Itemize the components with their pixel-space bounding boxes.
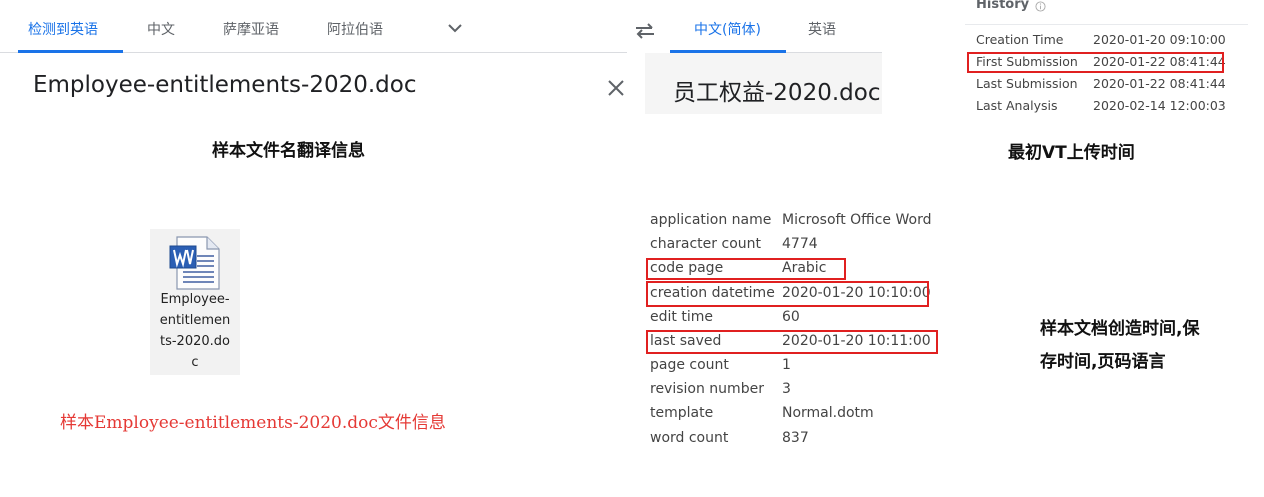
history-label: Creation Time xyxy=(976,32,1064,47)
property-label: revision number xyxy=(650,381,764,397)
history-title: History xyxy=(976,0,1030,12)
tab-detected-english[interactable]: 检测到英语 xyxy=(28,0,98,52)
property-value: Normal.dotm xyxy=(782,405,874,421)
first-vt-upload-caption: 最初VT上传时间 xyxy=(1008,143,1135,163)
property-value: 4774 xyxy=(782,236,818,252)
word-document-icon xyxy=(169,236,220,290)
creation-datetime-highlight xyxy=(646,281,929,307)
source-text[interactable]: Employee-entitlements-2020.doc xyxy=(33,72,417,98)
property-label: edit time xyxy=(650,309,713,325)
translated-text: 员工权益-2020.doc xyxy=(673,80,881,106)
translation-output: 员工权益-2020.doc xyxy=(645,53,882,114)
doc-meta-caption-line1: 样本文档创造时间,保 xyxy=(1040,319,1200,339)
tab-english[interactable]: 英语 xyxy=(808,0,836,52)
doc-meta-caption-line2: 存时间,页码语言 xyxy=(1040,352,1166,372)
tab-arabic[interactable]: 阿拉伯语 xyxy=(327,0,383,52)
tab-chinese[interactable]: 中文 xyxy=(147,0,175,52)
property-value: 1 xyxy=(782,357,791,373)
property-value: 60 xyxy=(782,309,800,325)
history-label: Last Analysis xyxy=(976,98,1058,113)
file-name-line: entitlemen xyxy=(159,313,231,328)
property-value: Microsoft Office Word xyxy=(782,212,932,228)
history-value: 2020-01-22 08:41:44 xyxy=(1093,76,1226,91)
source-language-tabs: 检测到英语 中文 萨摩亚语 阿拉伯语 xyxy=(0,0,627,53)
history-header: History xyxy=(965,0,1248,25)
info-icon[interactable] xyxy=(1035,1,1046,12)
property-label: word count xyxy=(650,430,729,446)
property-label: template xyxy=(650,405,714,421)
file-tile[interactable]: Employee- entitlemen ts-2020.do c xyxy=(150,229,240,375)
property-label: application name xyxy=(650,212,772,228)
file-info-caption: 样本Employee-entitlements-2020.doc文件信息 xyxy=(60,413,446,433)
history-value: 2020-01-20 09:10:00 xyxy=(1093,32,1226,47)
file-name-line: c xyxy=(191,355,199,370)
chevron-down-icon[interactable] xyxy=(446,22,464,34)
first-submission-highlight xyxy=(967,52,1224,73)
file-name-line: ts-2020.do xyxy=(160,334,230,349)
property-label: character count xyxy=(650,236,761,252)
history-value: 2020-02-14 12:00:03 xyxy=(1093,98,1226,113)
last-saved-highlight xyxy=(646,330,938,354)
history-label: Last Submission xyxy=(976,76,1078,91)
property-value: 3 xyxy=(782,381,791,397)
file-name: Employee- entitlemen ts-2020.do c xyxy=(150,289,240,373)
property-label: page count xyxy=(650,357,729,373)
property-value: 837 xyxy=(782,430,809,446)
tab-samoan[interactable]: 萨摩亚语 xyxy=(223,0,279,52)
file-name-line: Employee- xyxy=(160,292,230,307)
target-language-tabs: 中文(简体) 英语 xyxy=(670,0,882,53)
active-tab-underline xyxy=(18,50,123,53)
tab-chinese-simplified[interactable]: 中文(简体) xyxy=(694,0,761,52)
filename-translation-caption: 样本文件名翻译信息 xyxy=(212,141,365,161)
swap-languages-icon[interactable] xyxy=(634,20,656,42)
close-icon[interactable] xyxy=(605,77,627,99)
code-page-highlight xyxy=(646,258,846,280)
